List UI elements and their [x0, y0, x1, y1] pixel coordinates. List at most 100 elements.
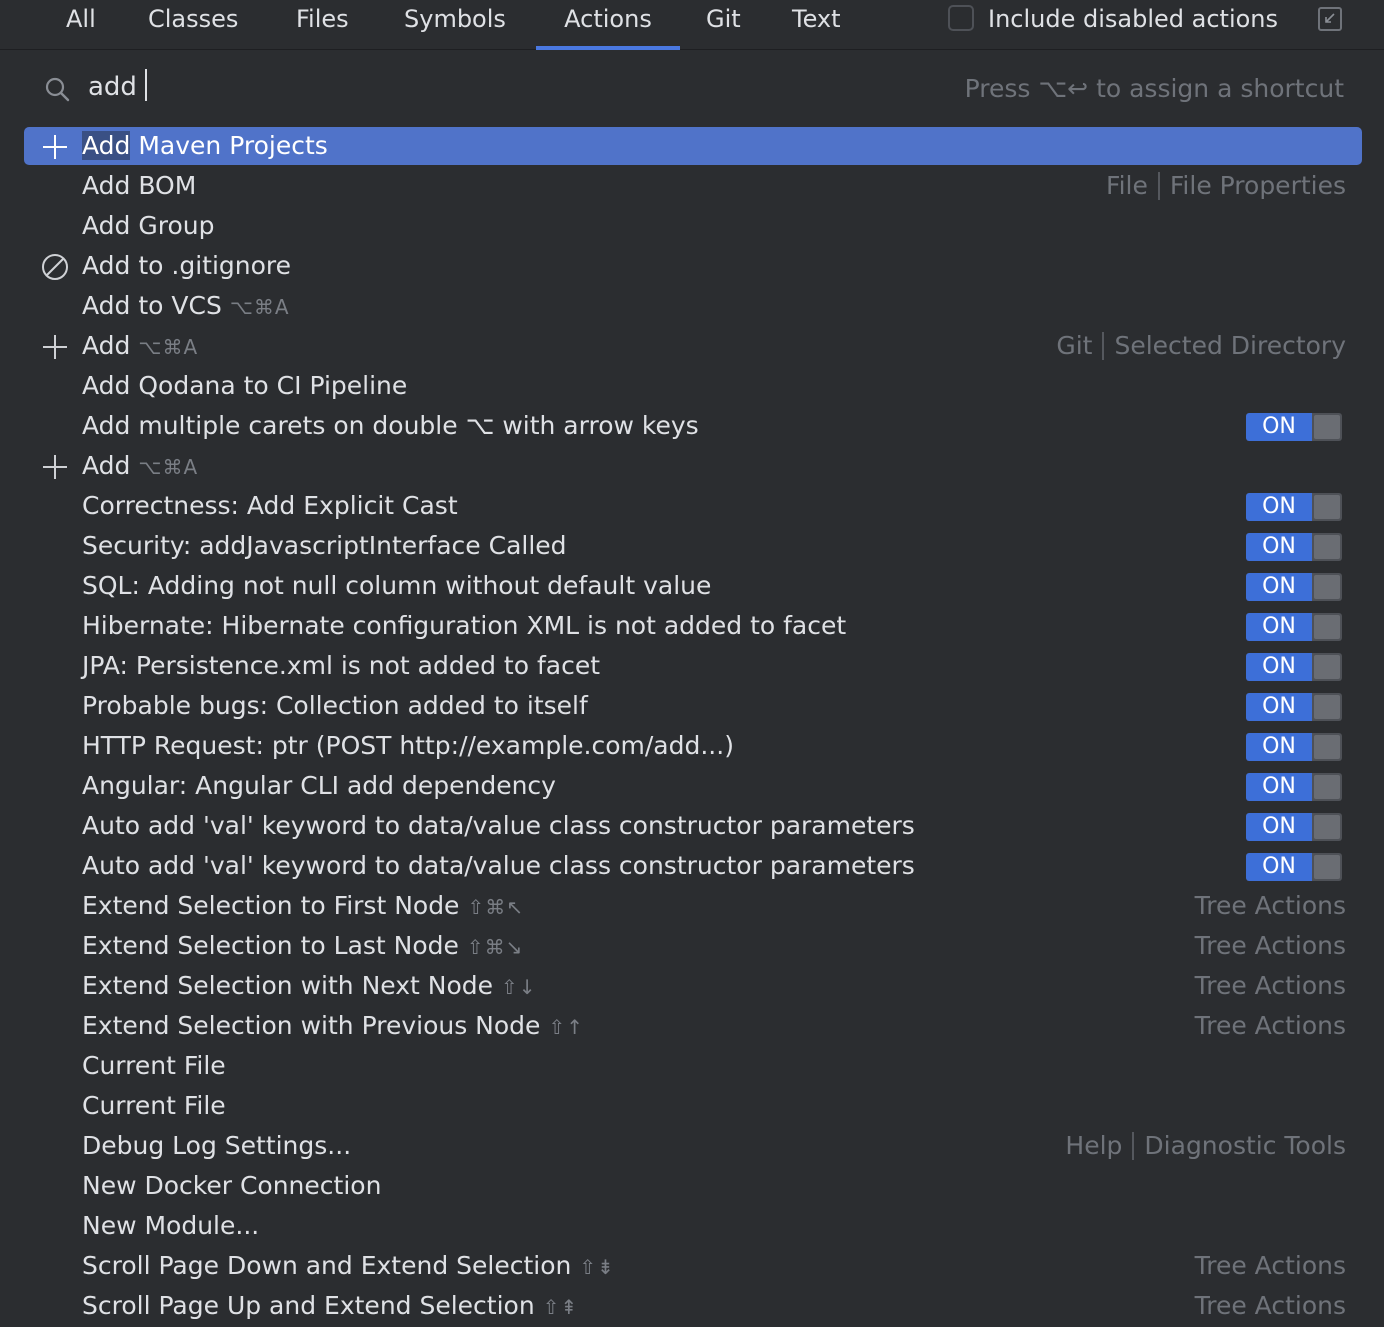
option-toggle[interactable]: ON	[1246, 693, 1342, 721]
include-disabled-label: Include disabled actions	[988, 5, 1279, 33]
tab-files[interactable]: Files	[270, 0, 375, 50]
result-row[interactable]: Add Group	[0, 206, 1384, 246]
result-row[interactable]: Extend Selection with Previous Node ⇧↑ Tre…	[0, 1006, 1384, 1046]
keyboard-shortcut: ⇧↓	[501, 975, 537, 999]
location-separator	[1132, 1132, 1135, 1160]
result-text: Extend Selection to Last Node	[82, 931, 459, 960]
location-group: Tree Actions	[1194, 1291, 1346, 1320]
tab-symbols[interactable]: Symbols	[378, 0, 532, 50]
result-row[interactable]: Scroll Page Up and Extend Selection ⇧⇞ Tre…	[0, 1286, 1384, 1326]
search-input[interactable]: add	[88, 69, 147, 105]
toggle-knob	[1314, 655, 1340, 679]
option-toggle[interactable]: ON	[1246, 853, 1342, 881]
toggle-state-label: ON	[1246, 853, 1312, 881]
result-row[interactable]: Current File	[0, 1086, 1384, 1126]
result-row[interactable]: Add ⌥⌘A Git Selected Directory	[0, 326, 1384, 366]
result-text: SQL: Adding not null column without defa…	[82, 571, 712, 600]
option-toggle[interactable]: ON	[1246, 533, 1342, 561]
result-label: Add to VCS ⌥⌘A	[82, 286, 290, 327]
result-text: Add Qodana to CI Pipeline	[82, 371, 408, 400]
result-row[interactable]: SQL: Adding not null column without defa…	[0, 566, 1384, 606]
action-location: Help Diagnostic Tools	[1065, 1126, 1346, 1166]
result-label: Auto add 'val' keyword to data/value cla…	[82, 846, 915, 886]
plus-icon	[43, 335, 67, 359]
toggle-knob	[1314, 495, 1340, 519]
toggle-state-label: ON	[1246, 693, 1312, 721]
location-group: Tree Actions	[1194, 891, 1346, 920]
result-row[interactable]: Security: addJavascriptInterface Called O…	[0, 526, 1384, 566]
result-label: Hibernate: Hibernate configuration XML i…	[82, 606, 846, 646]
location-separator	[1102, 332, 1105, 360]
result-row[interactable]: Add to .gitignore	[0, 246, 1384, 286]
option-toggle[interactable]: ON	[1246, 573, 1342, 601]
result-label: HTTP Request: ptr (POST http://example.c…	[82, 726, 734, 766]
result-text: Scroll Page Up and Extend Selection	[82, 1291, 535, 1320]
open-in-window-button[interactable]	[1318, 7, 1342, 31]
option-toggle[interactable]: ON	[1246, 613, 1342, 641]
result-label: JPA: Persistence.xml is not added to fac…	[82, 646, 600, 686]
result-label: Security: addJavascriptInterface Called	[82, 526, 567, 566]
result-text: Extend Selection to First Node	[82, 891, 460, 920]
result-row[interactable]: New Docker Connection	[0, 1166, 1384, 1206]
tab-classes[interactable]: Classes	[122, 0, 264, 50]
result-row[interactable]: Correctness: Add Explicit Cast ON	[0, 486, 1384, 526]
tab-actions[interactable]: Actions	[536, 0, 680, 50]
result-label: Add multiple carets on double ⌥ with arr…	[82, 406, 699, 446]
action-location: File File Properties	[1106, 166, 1346, 206]
shortcut-hint: Press ⌥↩ to assign a shortcut	[964, 74, 1344, 103]
result-row[interactable]: Scroll Page Down and Extend Selection ⇧⇟ T…	[0, 1246, 1384, 1286]
toggle-knob	[1314, 415, 1340, 439]
result-text: Add to .gitignore	[82, 251, 292, 280]
result-text: Add multiple carets on double ⌥ with arr…	[82, 411, 699, 440]
keyboard-shortcut: ⇧⇞	[542, 1295, 579, 1319]
result-text: Current File	[82, 1091, 226, 1120]
option-toggle[interactable]: ON	[1246, 493, 1342, 521]
result-row[interactable]: Extend Selection with Next Node ⇧↓ Tree Ac…	[0, 966, 1384, 1006]
include-disabled-checkbox[interactable]	[948, 5, 974, 31]
result-text: Hibernate: Hibernate configuration XML i…	[82, 611, 847, 640]
result-label: Current File	[82, 1086, 226, 1126]
result-row[interactable]: Auto add 'val' keyword to data/value cla…	[0, 806, 1384, 846]
option-toggle[interactable]: ON	[1246, 813, 1342, 841]
action-location: Tree Actions	[1195, 966, 1346, 1006]
result-row[interactable]: New Module...	[0, 1206, 1384, 1246]
result-row[interactable]: JPA: Persistence.xml is not added to fac…	[0, 646, 1384, 686]
toggle-state-label: ON	[1246, 773, 1312, 801]
toggle-state-label: ON	[1246, 573, 1312, 601]
result-row[interactable]: Auto add 'val' keyword to data/value cla…	[0, 846, 1384, 886]
result-row[interactable]: Hibernate: Hibernate configuration XML i…	[0, 606, 1384, 646]
result-row[interactable]: Add BOM File File Properties	[0, 166, 1384, 206]
tab-text[interactable]: Text	[766, 0, 867, 50]
result-label: SQL: Adding not null column without defa…	[82, 566, 711, 606]
action-location: Tree Actions	[1195, 1246, 1346, 1286]
result-row[interactable]: Debug Log Settings... Help Diagnostic Tool…	[0, 1126, 1384, 1166]
result-row[interactable]: Add ⌥⌘A	[0, 446, 1384, 486]
option-toggle[interactable]: ON	[1246, 733, 1342, 761]
toggle-knob	[1314, 735, 1340, 759]
option-toggle[interactable]: ON	[1246, 773, 1342, 801]
result-row[interactable]: Add multiple carets on double ⌥ with arr…	[0, 406, 1384, 446]
result-row[interactable]: Probable bugs: Collection added to itsel…	[0, 686, 1384, 726]
result-row[interactable]: HTTP Request: ptr (POST http://example.c…	[0, 726, 1384, 766]
result-row[interactable]: Extend Selection to First Node ⇧⌘↖ Tree Ac…	[0, 886, 1384, 926]
result-row[interactable]: Extend Selection to Last Node ⇧⌘↘ Tree Act…	[0, 926, 1384, 966]
option-toggle[interactable]: ON	[1246, 413, 1342, 441]
tab-git[interactable]: Git	[680, 0, 767, 50]
result-text: Debug Log Settings...	[82, 1131, 352, 1160]
tab-all[interactable]: All	[40, 0, 122, 50]
result-row[interactable]: Add to VCS ⌥⌘A	[0, 286, 1384, 326]
result-row[interactable]: Angular: Angular CLI add dependency ON	[0, 766, 1384, 806]
option-toggle[interactable]: ON	[1246, 653, 1342, 681]
toggle-state-label: ON	[1246, 613, 1312, 641]
result-text: Add to VCS	[82, 291, 222, 320]
result-text: Angular: Angular CLI add dependency	[82, 771, 556, 800]
result-row[interactable]: Add Qodana to CI Pipeline	[0, 366, 1384, 406]
result-row[interactable]: Add Maven Projects	[0, 126, 1384, 166]
keyboard-shortcut: ⌥⌘A	[138, 335, 199, 359]
tab-bar: All Classes Files Symbols Actions Git Te…	[0, 0, 1384, 50]
location-group: Git	[1056, 331, 1093, 360]
plus-icon	[43, 455, 67, 479]
result-label: Extend Selection with Next Node ⇧↓	[82, 966, 537, 1007]
result-row[interactable]: Current File	[0, 1046, 1384, 1086]
action-location: Tree Actions	[1195, 886, 1346, 926]
